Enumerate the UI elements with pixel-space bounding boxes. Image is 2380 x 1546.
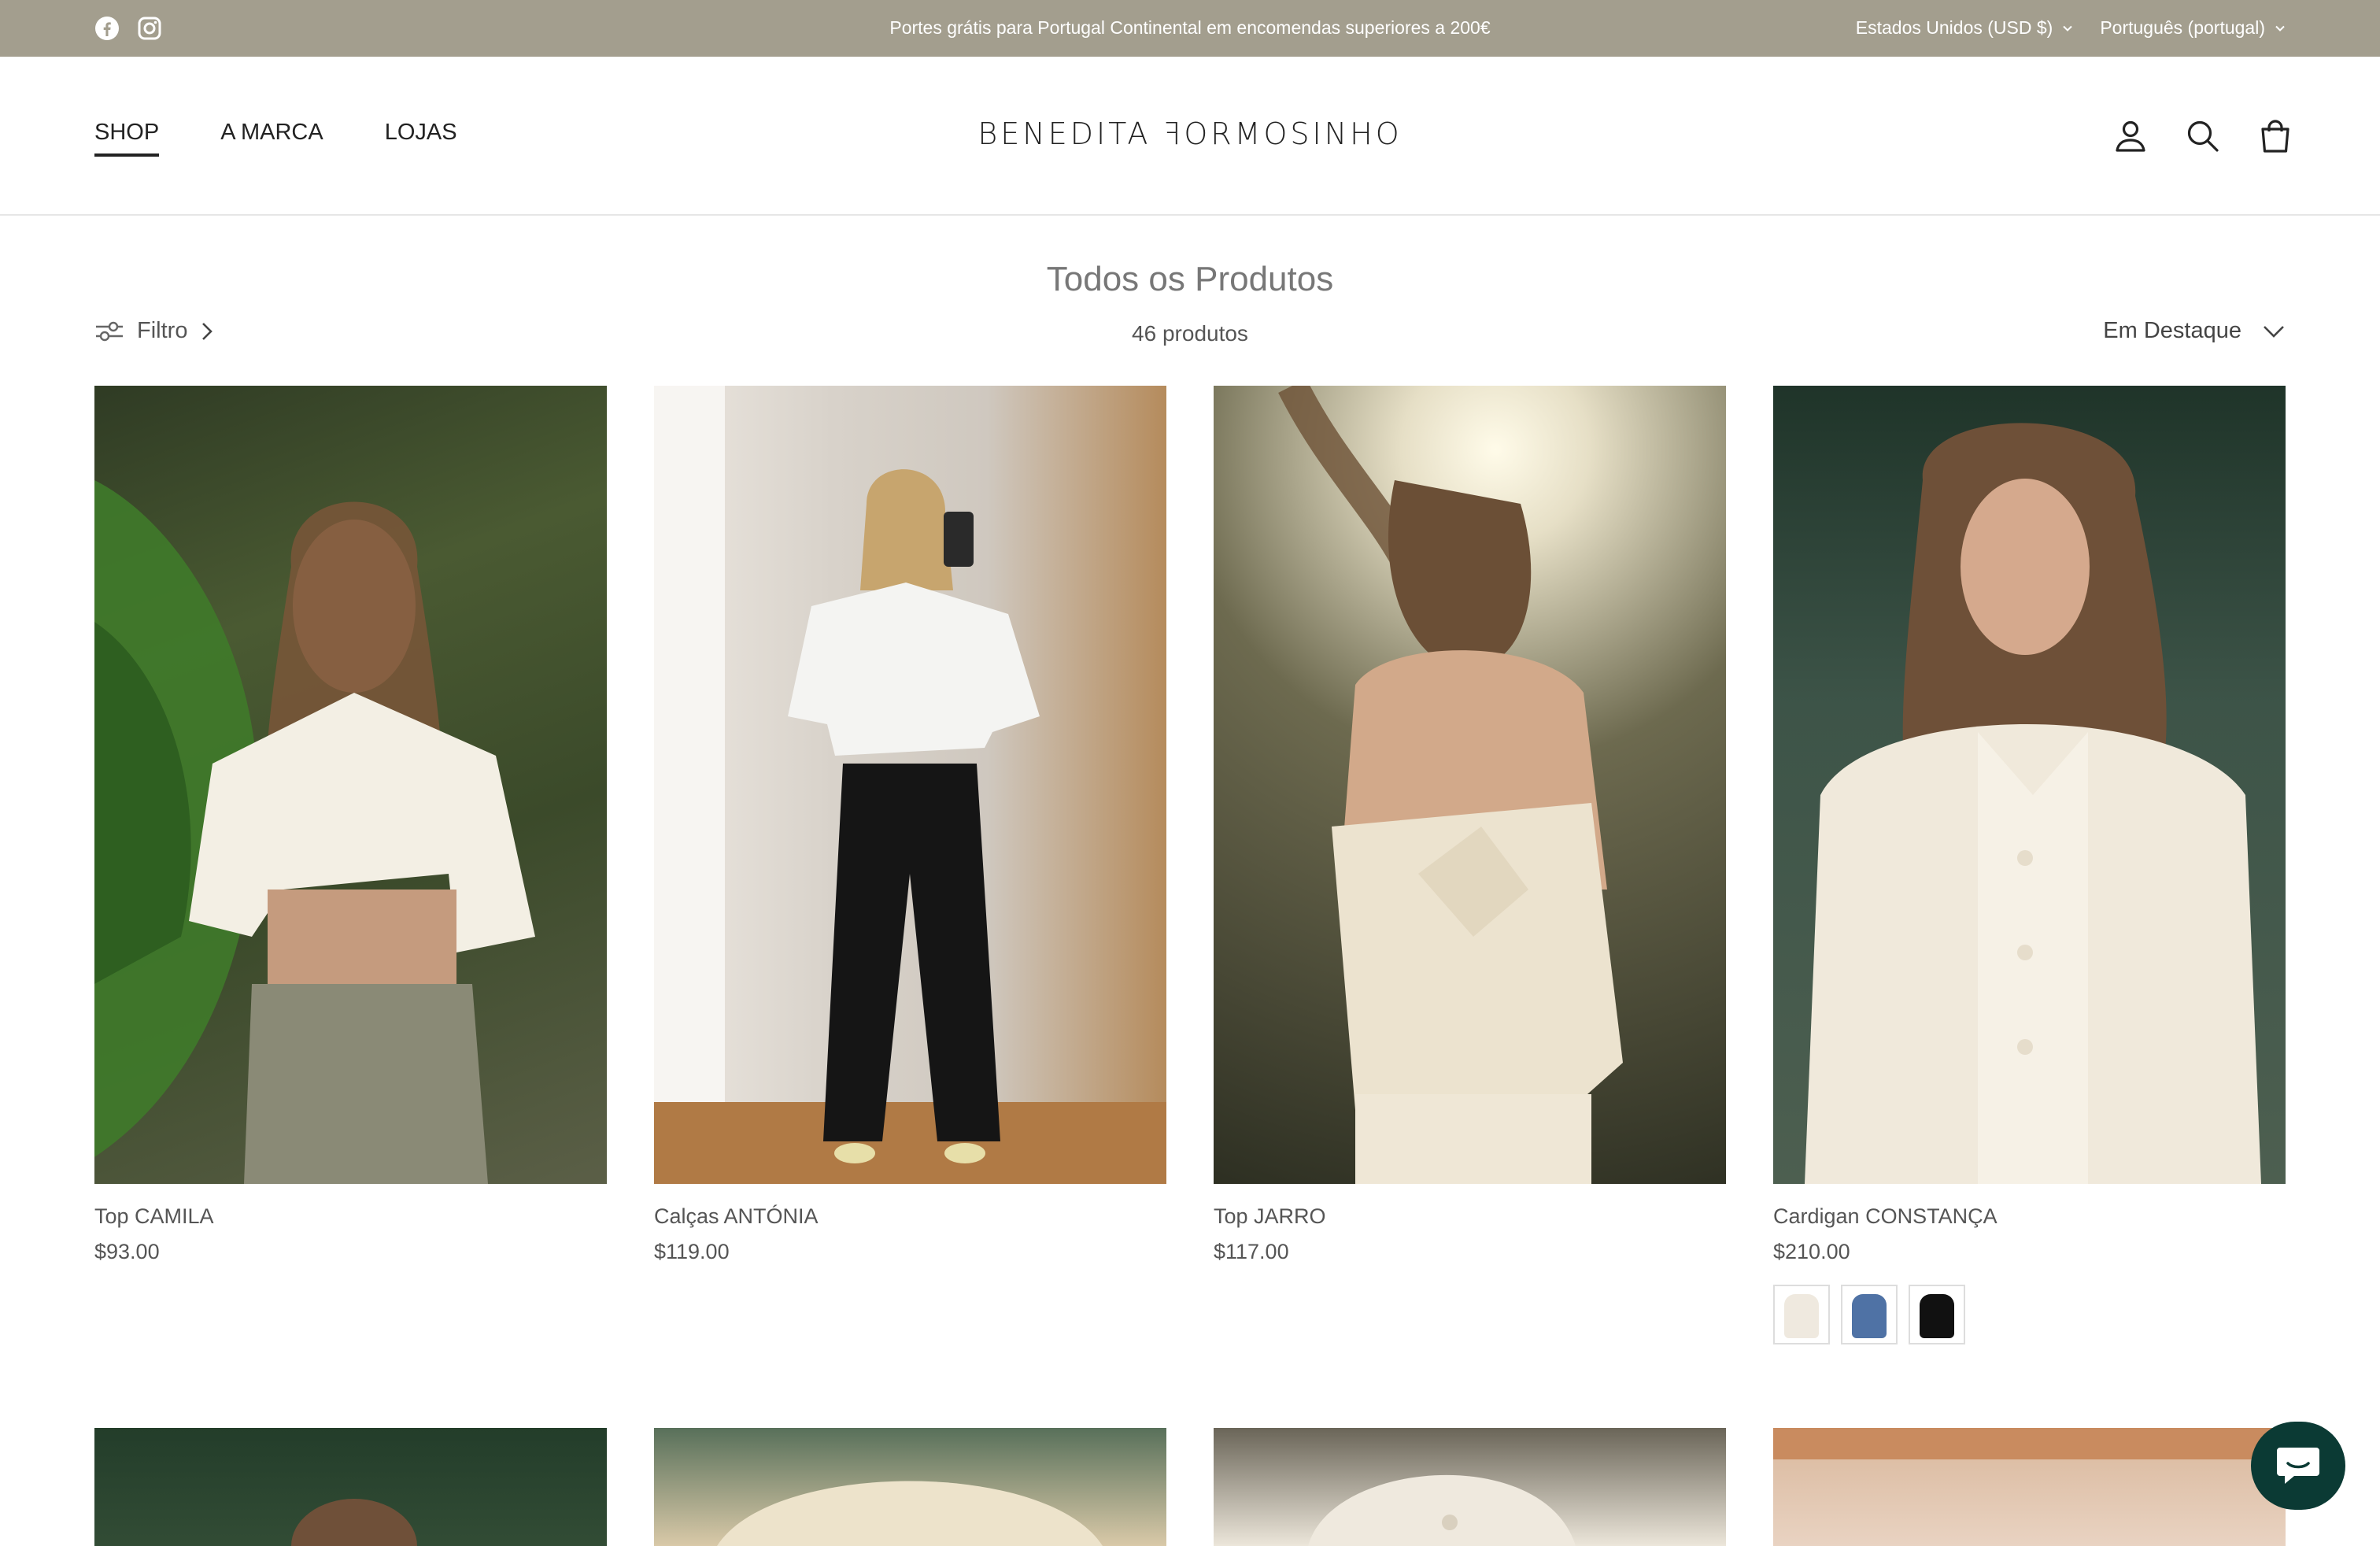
product-photo-row2-1 [291,1499,417,1546]
page-title: Todos os Produtos [1046,260,1334,298]
swatch-blue[interactable] [1841,1285,1898,1344]
product-image[interactable] [1214,1428,1726,1546]
site-logo[interactable]: BENEDITA ꟻORMOSINHO [0,117,2380,151]
product-image[interactable] [1214,386,1726,1184]
product-image[interactable] [654,386,1166,1184]
product-count: 46 produtos [1132,321,1248,346]
product-photo-top-camila [94,480,535,1184]
product-photo-top-jarro [1278,386,1623,1184]
product-image[interactable] [654,1428,1166,1546]
product-photo-cardigan-constanca [1805,423,2261,1184]
chevron-down-icon [2264,325,2284,338]
product-name[interactable]: Top JARRO [1214,1204,1726,1229]
product-grid-row-2 [94,1428,2286,1546]
product-photo-row2-2 [717,1481,1103,1546]
product-image[interactable] [1773,1428,2286,1546]
product-card[interactable]: Cardigan CONSTANÇA $210.00 [1773,386,2286,1344]
chat-button[interactable] [2251,1422,2345,1510]
product-price: $210.00 [1773,1240,1850,1263]
product-image[interactable] [1773,386,2286,1184]
country-selector[interactable]: Estados Unidos (USD $) [1856,17,2074,39]
product-image[interactable] [94,386,607,1184]
sort-dropdown[interactable]: Em Destaque [2103,318,2286,344]
locale-selectors: Estados Unidos (USD $) Português (portug… [1856,17,2286,39]
product-price: $93.00 [94,1240,160,1263]
product-price: $117.00 [1214,1240,1289,1263]
chevron-down-icon [2275,25,2285,31]
announcement-bar: Portes grátis para Portugal Continental … [0,0,2380,57]
product-grid: Top CAMILA $93.00 Calças ANTÓNIA $119.00 [94,386,2286,1344]
cart-icon[interactable] [2257,118,2293,154]
country-label: Estados Unidos (USD $) [1855,17,2053,38]
product-name[interactable]: Cardigan CONSTANÇA [1773,1204,2286,1229]
chevron-down-icon [2063,25,2073,31]
product-name[interactable]: Calças ANTÓNIA [654,1204,1166,1229]
site-header: SHOP A MARCA LOJAS BENEDITA ꟻORMOSINHO [0,57,2380,216]
color-swatches [1773,1285,2286,1344]
account-icon[interactable] [2112,118,2149,154]
product-photo-row2-3 [1308,1474,1576,1546]
chat-icon [2277,1448,2319,1484]
sort-label: Em Destaque [2103,318,2241,343]
search-icon[interactable] [2185,118,2221,154]
language-selector[interactable]: Português (portugal) [2100,17,2286,39]
product-name[interactable]: Top CAMILA [94,1204,607,1229]
swatch-black[interactable] [1909,1285,1965,1344]
product-card[interactable]: Top JARRO $117.00 [1214,386,1726,1344]
header-actions [2112,118,2293,154]
product-image[interactable] [94,1428,607,1546]
product-card[interactable]: Calças ANTÓNIA $119.00 [654,386,1166,1344]
language-label: Português (portugal) [2100,17,2265,38]
product-photo-row2-4 [1773,1428,2286,1459]
swatch-cream[interactable] [1773,1285,1830,1344]
product-price: $119.00 [654,1240,730,1263]
product-card[interactable]: Top CAMILA $93.00 [94,386,607,1344]
product-photo-calcas-antonia [654,386,1166,1184]
